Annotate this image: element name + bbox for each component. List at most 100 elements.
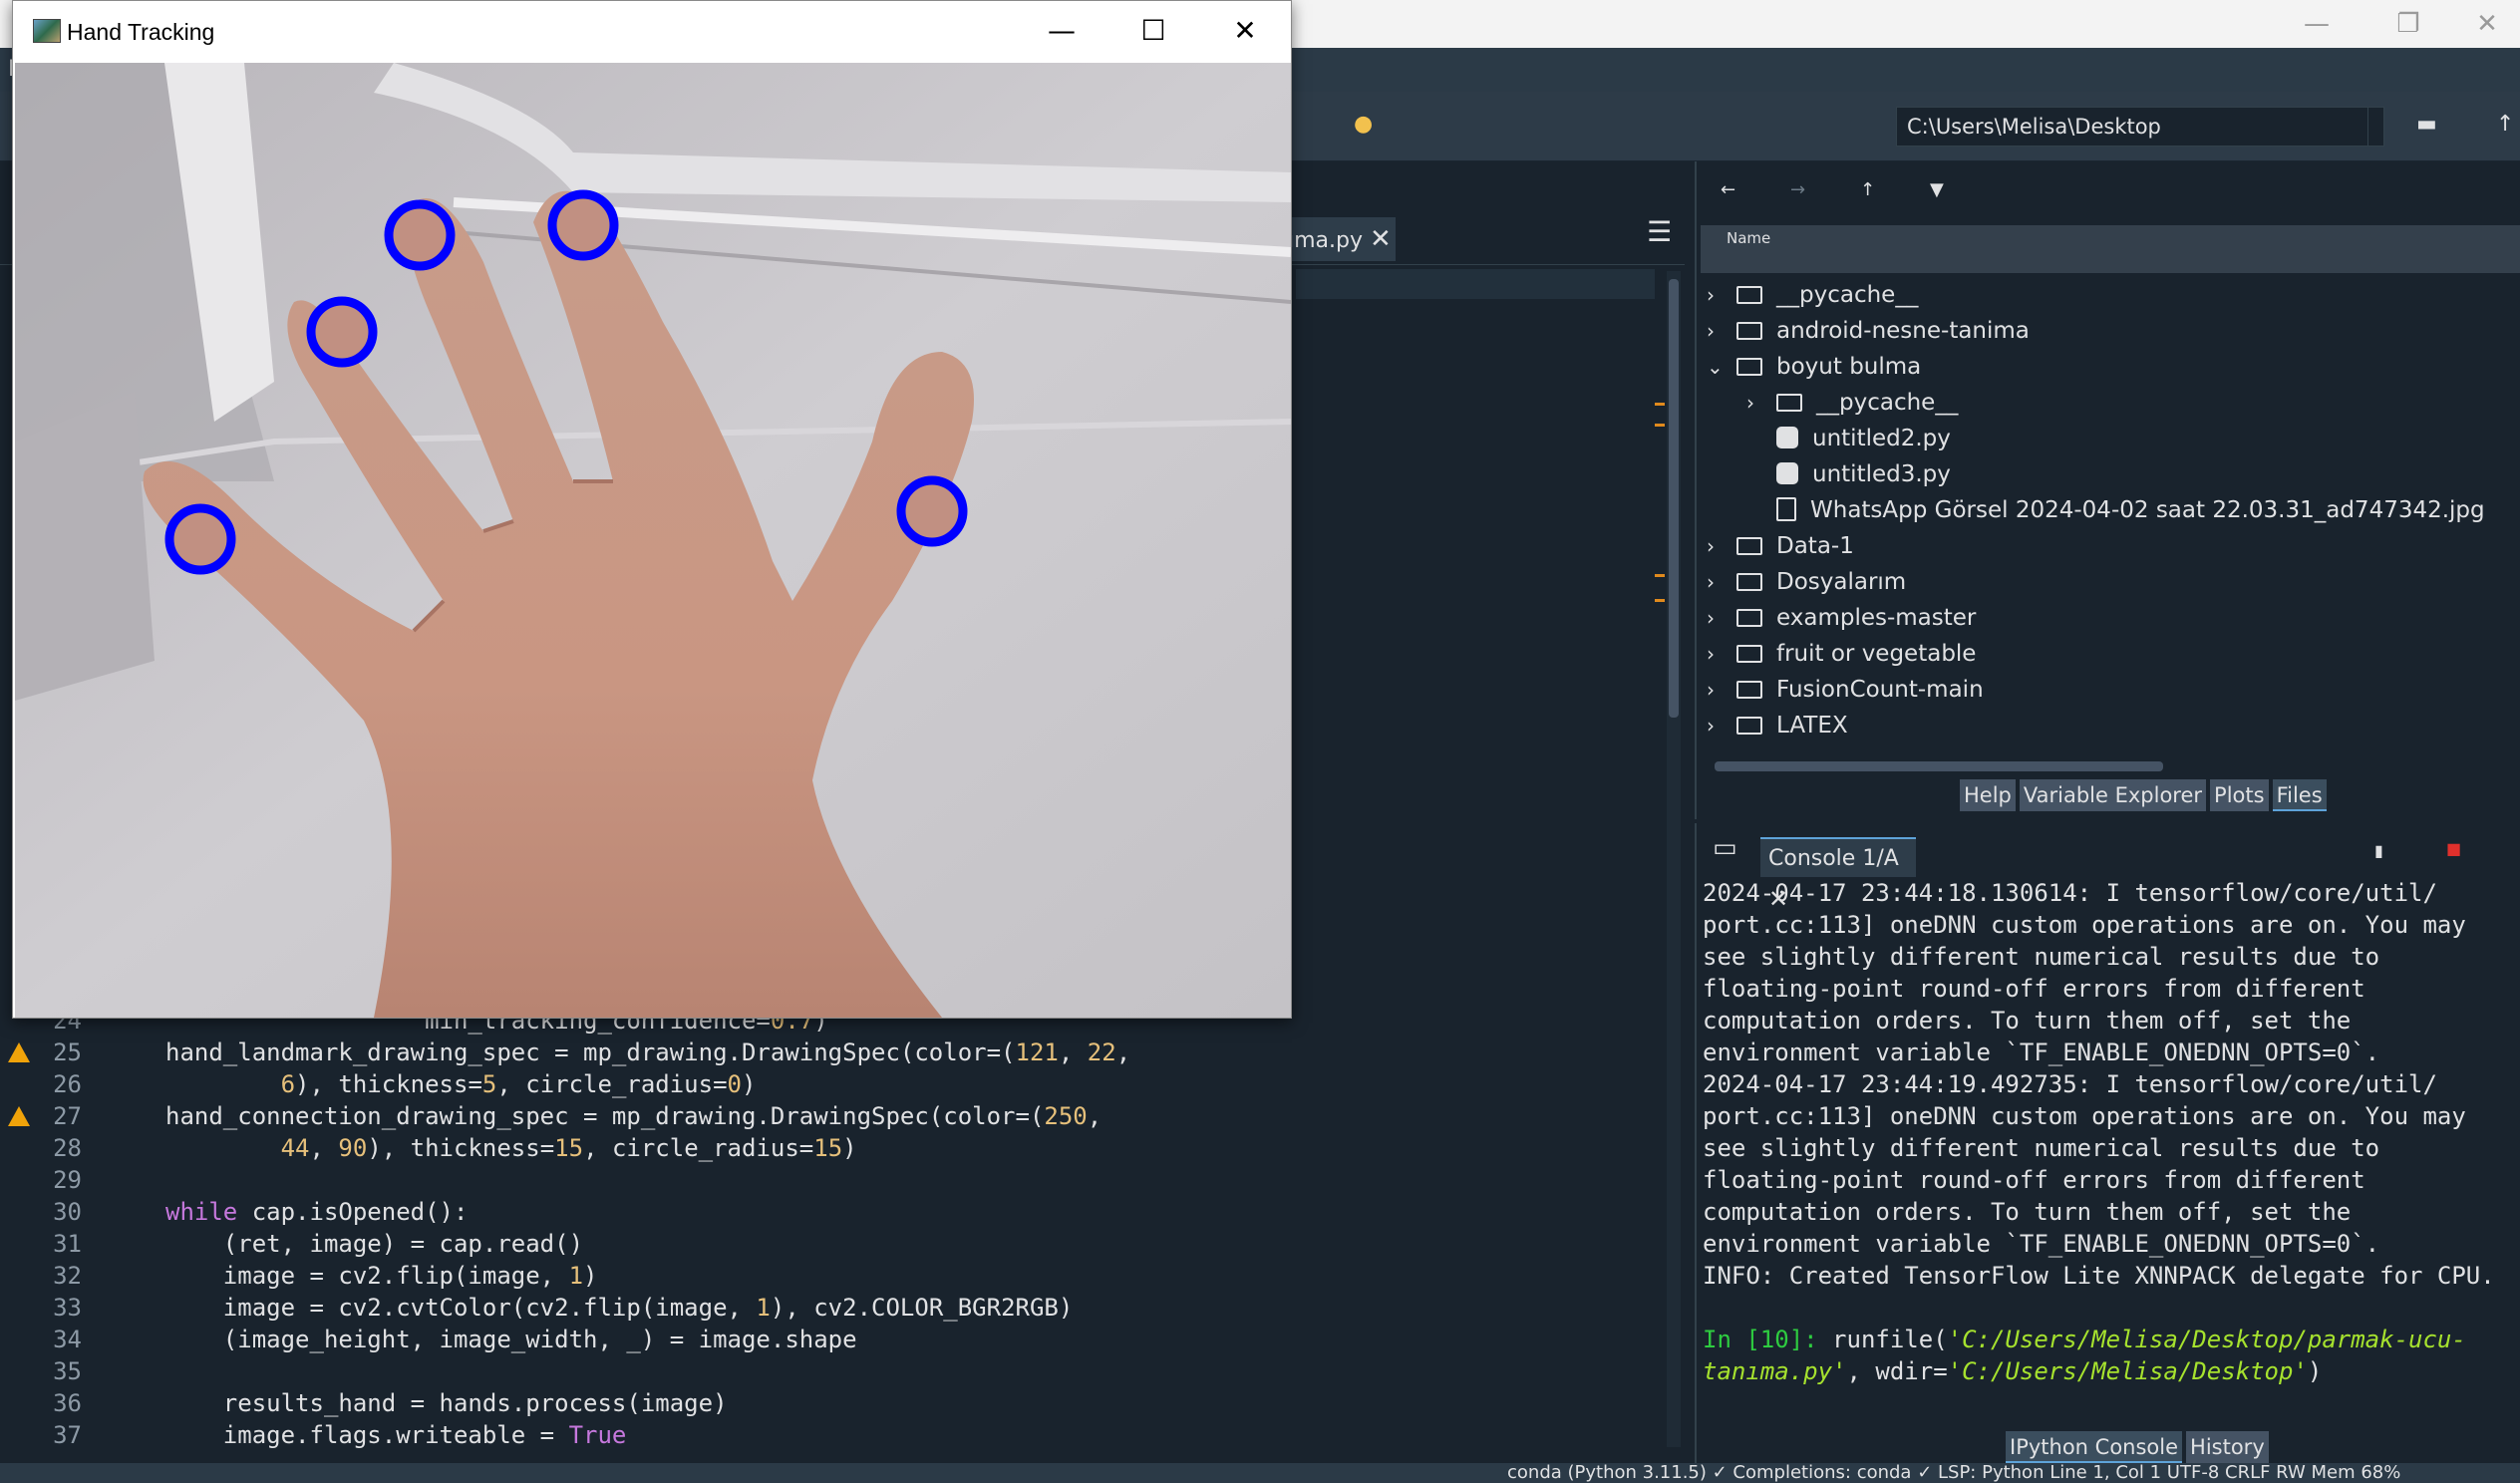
close-tab-icon[interactable]: ✕ <box>1370 224 1392 254</box>
file-tree-label: Data-1 <box>1776 533 1854 559</box>
spyder-minimize-button[interactable]: — <box>2271 0 2362 48</box>
chevron-right-icon[interactable]: › <box>1707 528 1736 564</box>
chevron-right-icon[interactable]: › <box>1707 672 1736 708</box>
cmd-arg1: 'C:/Users/Melisa/Desktop/parmak-ucu- <box>1947 1326 2466 1353</box>
maximize-button[interactable]: ☐ <box>1107 1 1199 59</box>
chevron-right-icon[interactable]: › <box>1746 385 1776 421</box>
code-text: (image_height, image_width, _) = image.s… <box>165 1326 857 1353</box>
code-line[interactable]: 32 image = cv2.flip(image, 1) <box>0 1260 1286 1292</box>
spyder-close-button[interactable]: ✕ <box>2454 0 2520 48</box>
code-line[interactable]: 36 results_hand = hands.process(image) <box>0 1387 1286 1419</box>
file-tree-item[interactable]: › examples-master <box>1707 600 1976 636</box>
chevron-right-icon[interactable]: › <box>1707 600 1736 636</box>
warning-icon[interactable] <box>8 1106 30 1126</box>
chevron-right-icon[interactable]: › <box>1707 313 1736 349</box>
console-copy-icon[interactable]: ▮ <box>2374 841 2383 860</box>
files-column-header-name[interactable]: Name <box>1701 225 2520 273</box>
back-icon[interactable]: ← <box>1721 179 1735 200</box>
tab-help[interactable]: Help <box>1960 779 2016 811</box>
files-toolbar: ← → ↑ ▼ <box>1695 169 2520 213</box>
code-text: image = cv2.cvtColor(cv2.flip(image, 1),… <box>165 1294 1074 1322</box>
console-options-icon[interactable]: ▭ <box>1713 833 1737 863</box>
code-text: hand_connection_drawing_spec = mp_drawin… <box>165 1102 1102 1130</box>
file-tree-label: untitled2.py <box>1812 426 1951 451</box>
tab-ipython-console[interactable]: IPython Console <box>2006 1431 2183 1463</box>
file-tree-label: LATEX <box>1776 713 1848 739</box>
console-tab-label: Console 1/A <box>1768 846 1899 871</box>
code-line[interactable]: 37 image.flags.writeable = True <box>0 1419 1286 1451</box>
forward-icon[interactable]: → <box>1790 179 1805 200</box>
tab-plots[interactable]: Plots <box>2210 779 2269 811</box>
line-number: 31 <box>53 1230 82 1258</box>
console-stop-icon[interactable]: ■ <box>2446 839 2461 858</box>
tab-history[interactable]: History <box>2186 1431 2269 1463</box>
file-tree-item[interactable]: untitled3.py <box>1746 456 1951 492</box>
close-button[interactable]: ✕ <box>1199 1 1291 59</box>
warning-icon[interactable] <box>8 1042 30 1062</box>
file-tree-item[interactable]: › Dosyalarım <box>1707 564 1906 600</box>
console-input-line[interactable]: In [10]: runfile('C:/Users/Melisa/Deskto… <box>1703 1324 2520 1387</box>
editor-scrollbar-handle[interactable] <box>1669 279 1679 718</box>
folder-icon <box>1736 537 1762 555</box>
file-tree-item[interactable]: WhatsApp Görsel 2024-04-02 saat 22.03.31… <box>1746 492 2485 528</box>
file-tree-item[interactable]: ⌄ boyut bulma <box>1707 349 1921 385</box>
code-line[interactable]: 35 <box>0 1355 1286 1387</box>
file-tree-item[interactable]: untitled2.py <box>1746 421 1951 456</box>
working-directory-input[interactable]: C:\Users\Melisa\Desktop <box>1896 107 2384 147</box>
code-line[interactable]: 28 44, 90), thickness=15, circle_radius=… <box>0 1132 1286 1164</box>
editor-tab-file[interactable]: ıma.py ✕ <box>1276 217 1396 261</box>
file-tree-item[interactable]: › fruit or vegetable <box>1707 636 1976 672</box>
path-dropdown-arrow[interactable] <box>2367 107 2387 147</box>
chevron-right-icon[interactable]: › <box>1707 708 1736 743</box>
chevron-down-icon[interactable]: ⌄ <box>1707 349 1736 385</box>
console-tab[interactable]: Console 1/A ✕ <box>1760 837 1916 913</box>
minimize-button[interactable]: — <box>1016 1 1107 59</box>
spyder-restore-button[interactable]: ❐ <box>2362 0 2454 48</box>
folder-icon <box>1736 322 1762 340</box>
file-tree-label: examples-master <box>1776 605 1977 631</box>
code-line[interactable]: 26 6), thickness=5, circle_radius=0) <box>0 1068 1286 1100</box>
file-tree-item[interactable]: › LATEX <box>1707 708 1848 743</box>
line-number: 30 <box>53 1198 82 1226</box>
hand-tracking-titlebar[interactable]: Hand Tracking — ☐ ✕ <box>13 1 1291 63</box>
code-line[interactable]: 27 hand_connection_drawing_spec = mp_draw… <box>0 1100 1286 1132</box>
code-line[interactable]: 30 while cap.isOpened(): <box>0 1196 1286 1228</box>
current-line-highlight <box>1296 269 1655 299</box>
file-tree-label: android-nesne-tanima <box>1776 318 2030 344</box>
filter-icon[interactable]: ▼ <box>1930 179 1944 200</box>
python-file-icon <box>1776 462 1798 484</box>
file-tree-label: WhatsApp Görsel 2024-04-02 saat 22.03.31… <box>1810 497 2485 523</box>
chevron-right-icon[interactable]: › <box>1707 277 1736 313</box>
code-line[interactable]: 31 (ret, image) = cap.read() <box>0 1228 1286 1260</box>
console-prompt: In [10]: <box>1703 1326 1818 1353</box>
code-line[interactable]: 25 hand_landmark_drawing_spec = mp_drawin… <box>0 1037 1286 1068</box>
console-output-line: environment variable `TF_ENABLE_ONEDNN_O… <box>1703 1038 2380 1066</box>
python-icon[interactable]: ● <box>1354 112 1373 137</box>
file-tree-item[interactable]: › __pycache__ <box>1746 385 1958 421</box>
code-line[interactable]: 29 <box>0 1164 1286 1196</box>
chevron-right-icon[interactable]: › <box>1707 636 1736 672</box>
folder-icon <box>1736 645 1762 663</box>
code-text: 6), thickness=5, circle_radius=0) <box>280 1070 757 1098</box>
file-tree-item[interactable]: › __pycache__ <box>1707 277 1918 313</box>
console-output-line: floating-point round-off errors from dif… <box>1703 975 2365 1003</box>
hand-tracking-window[interactable]: Hand Tracking — ☐ ✕ <box>12 0 1292 1019</box>
files-hscrollbar[interactable] <box>1715 761 2163 771</box>
code-line[interactable]: 34 (image_height, image_width, _) = imag… <box>0 1324 1286 1355</box>
line-number: 25 <box>53 1038 82 1066</box>
tab-variable-explorer[interactable]: Variable Explorer <box>2019 779 2207 811</box>
file-tree-item[interactable]: › Data-1 <box>1707 528 1854 564</box>
python-file-icon <box>1776 427 1798 448</box>
file-tree-item[interactable]: › android-nesne-tanima <box>1707 313 2030 349</box>
chevron-right-icon[interactable]: › <box>1707 564 1736 600</box>
file-tree-item[interactable]: › FusionCount-main <box>1707 672 1984 708</box>
browse-folder-icon[interactable]: ▬ <box>2416 112 2437 137</box>
scrollbar-warning-marker <box>1655 403 1665 427</box>
tab-files[interactable]: Files <box>2272 779 2327 811</box>
line-number: 26 <box>53 1070 82 1098</box>
up-icon[interactable]: ↑ <box>1860 179 1875 200</box>
code-line[interactable]: 33 image = cv2.cvtColor(cv2.flip(image, … <box>0 1292 1286 1324</box>
pane-tabs-bottom: IPython Console History <box>2006 1431 2269 1463</box>
parent-dir-icon[interactable]: ↑ <box>2496 112 2514 137</box>
editor-options-menu-icon[interactable]: ☰ <box>1647 215 1672 248</box>
